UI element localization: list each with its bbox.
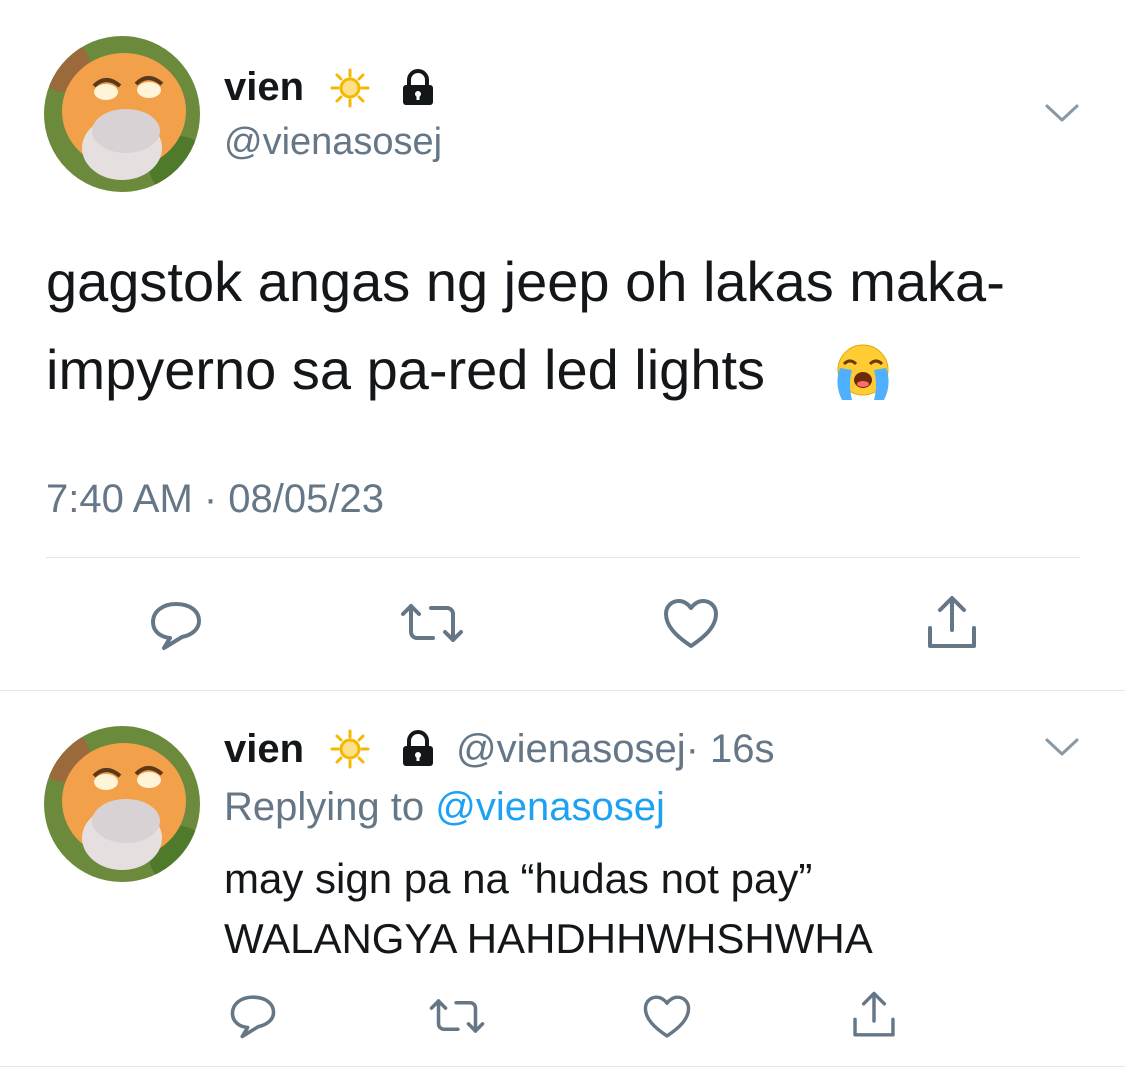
divider [0, 690, 1125, 691]
sun-icon [330, 68, 370, 108]
loudly-crying-face-icon [830, 342, 896, 402]
reply-handle[interactable]: @vienasosej [456, 727, 686, 771]
heart-icon[interactable] [642, 994, 692, 1040]
divider [46, 557, 1080, 558]
reply-icon[interactable] [228, 990, 278, 1040]
lock-icon [398, 729, 438, 769]
replying-to-label: Replying to [224, 785, 425, 829]
replying-to: Replying to @vienasosej [224, 782, 665, 832]
reply-text-line-1: may sign pa na “hudas not pay” [224, 855, 813, 902]
tweet-text-line-1: gagstok angas ng jeep oh lakas maka- [46, 250, 1005, 313]
reply-author-name[interactable]: vien [224, 724, 304, 774]
author-name[interactable]: vien [224, 62, 304, 112]
sun-icon [330, 729, 370, 769]
handle[interactable]: @vienasosej [224, 118, 442, 166]
avatar[interactable] [44, 36, 200, 192]
reply-avatar[interactable] [44, 726, 200, 882]
chevron-down-icon[interactable] [1042, 98, 1082, 128]
tweet-timestamp[interactable]: 7:40 AM · 08/05/23 [46, 474, 384, 524]
tweet-text-line-2: impyerno sa pa-red led lights [46, 338, 766, 401]
divider [0, 1066, 1125, 1067]
share-icon[interactable] [922, 594, 982, 652]
chevron-down-icon[interactable] [1042, 732, 1082, 762]
heart-icon[interactable] [662, 598, 720, 650]
replying-to-handle[interactable]: @vienasosej [435, 785, 665, 829]
reply-age[interactable]: · 16s [686, 727, 775, 771]
reply-text-line-2: WALANGYA HAHDHHWHSHWHA [224, 915, 873, 962]
lock-icon [398, 68, 438, 108]
reply-icon[interactable] [148, 596, 204, 652]
retweet-icon[interactable] [426, 994, 488, 1038]
retweet-icon[interactable] [397, 598, 467, 648]
reply-meta: @vienasosej· 16s [456, 724, 775, 774]
share-icon[interactable] [848, 990, 900, 1040]
